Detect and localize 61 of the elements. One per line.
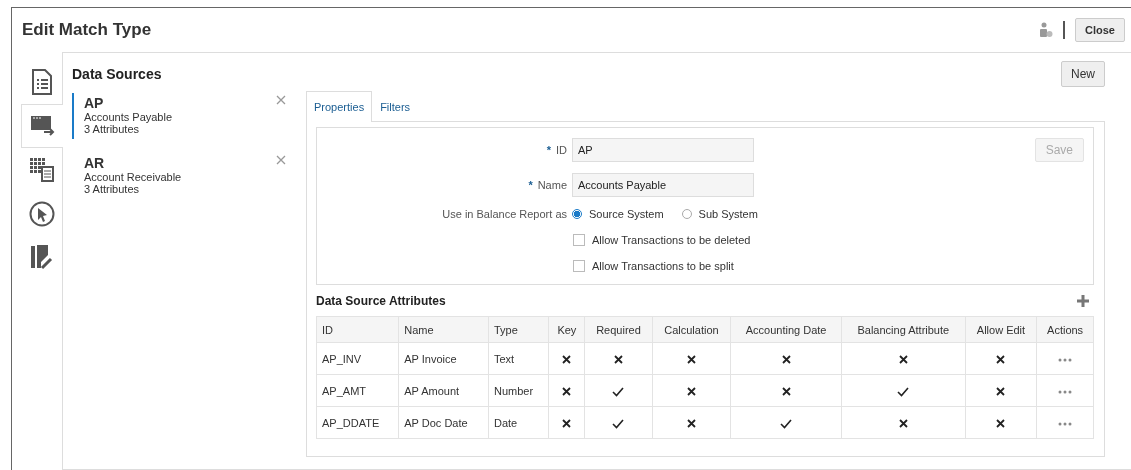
table-icon — [29, 157, 55, 183]
column-header: Key — [548, 316, 585, 343]
radio-button[interactable] — [572, 209, 582, 219]
rail-tab[interactable] — [21, 104, 63, 148]
column-header: ID — [316, 316, 399, 343]
checkbox-label: Allow Transactions to be split — [592, 260, 734, 272]
table-cell: Text — [488, 342, 549, 375]
section-title: Data Sources — [72, 66, 162, 82]
id-field[interactable]: AP — [572, 138, 754, 162]
attribute-count: 3 Attributes — [84, 183, 141, 195]
field-label: ID — [556, 144, 567, 156]
table-cell: Date — [488, 406, 549, 439]
more-icon[interactable] — [1058, 421, 1073, 426]
checkbox-label: Allow Transactions to be deleted — [592, 234, 751, 246]
table-cell: AP Doc Date — [398, 406, 489, 439]
data-source-id: AP — [84, 95, 105, 111]
more-icon[interactable] — [1058, 357, 1073, 362]
users-icon[interactable] — [1039, 22, 1054, 38]
document-icon — [31, 69, 53, 95]
data-source-name: Account Receivable — [84, 171, 182, 183]
window-title: Edit Match Type — [22, 20, 152, 40]
tab[interactable]: Properties — [306, 91, 373, 122]
section-title: Data Source Attributes — [316, 294, 446, 308]
table-cell: AP_INV — [316, 342, 399, 375]
attribute-count: 3 Attributes — [84, 123, 141, 135]
table-cell: AP_AMT — [316, 374, 399, 407]
checkbox[interactable] — [573, 260, 585, 272]
close-icon[interactable] — [276, 95, 286, 105]
close-icon[interactable] — [276, 155, 286, 165]
column-header: Allow Edit — [965, 316, 1037, 343]
required-mark: * — [528, 179, 533, 191]
data-source-item[interactable]: AP Accounts Payable 3 Attributes — [72, 93, 294, 139]
column-header: Actions — [1036, 316, 1094, 343]
close-button[interactable]: Close — [1075, 18, 1125, 42]
column-header: Type — [488, 316, 549, 343]
add-icon[interactable] — [1077, 295, 1089, 307]
data-source-id: AR — [84, 155, 106, 171]
column-header: Required — [584, 316, 652, 343]
name-field[interactable]: Accounts Payable — [572, 173, 754, 197]
data-source-name: Accounts Payable — [84, 111, 173, 123]
data-source-item[interactable]: AR Account Receivable 3 Attributes — [72, 153, 294, 199]
required-mark: * — [546, 144, 551, 156]
field-label: Name — [537, 179, 567, 191]
table-cell: Number — [488, 374, 549, 407]
tab[interactable]: Filters — [372, 91, 419, 121]
column-header: Calculation — [652, 316, 731, 343]
column-header: Balancing Attribute — [841, 316, 966, 343]
window-arrow-icon — [29, 115, 56, 137]
list-wrench-icon — [30, 245, 54, 271]
table-cell: AP_DDATE — [316, 406, 399, 439]
radio-label: Sub System — [698, 208, 758, 220]
column-header: Name — [398, 316, 489, 343]
table-cell: AP Invoice — [398, 342, 489, 375]
cursor-icon — [29, 201, 55, 227]
checkbox[interactable] — [573, 234, 585, 246]
more-icon[interactable] — [1058, 389, 1073, 394]
column-header: Accounting Date — [730, 316, 842, 343]
field-label: Use in Balance Report as — [442, 208, 567, 220]
table-cell: AP Amount — [398, 374, 489, 407]
radio-label: Source System — [589, 208, 664, 220]
new-button[interactable]: New — [1061, 61, 1105, 87]
